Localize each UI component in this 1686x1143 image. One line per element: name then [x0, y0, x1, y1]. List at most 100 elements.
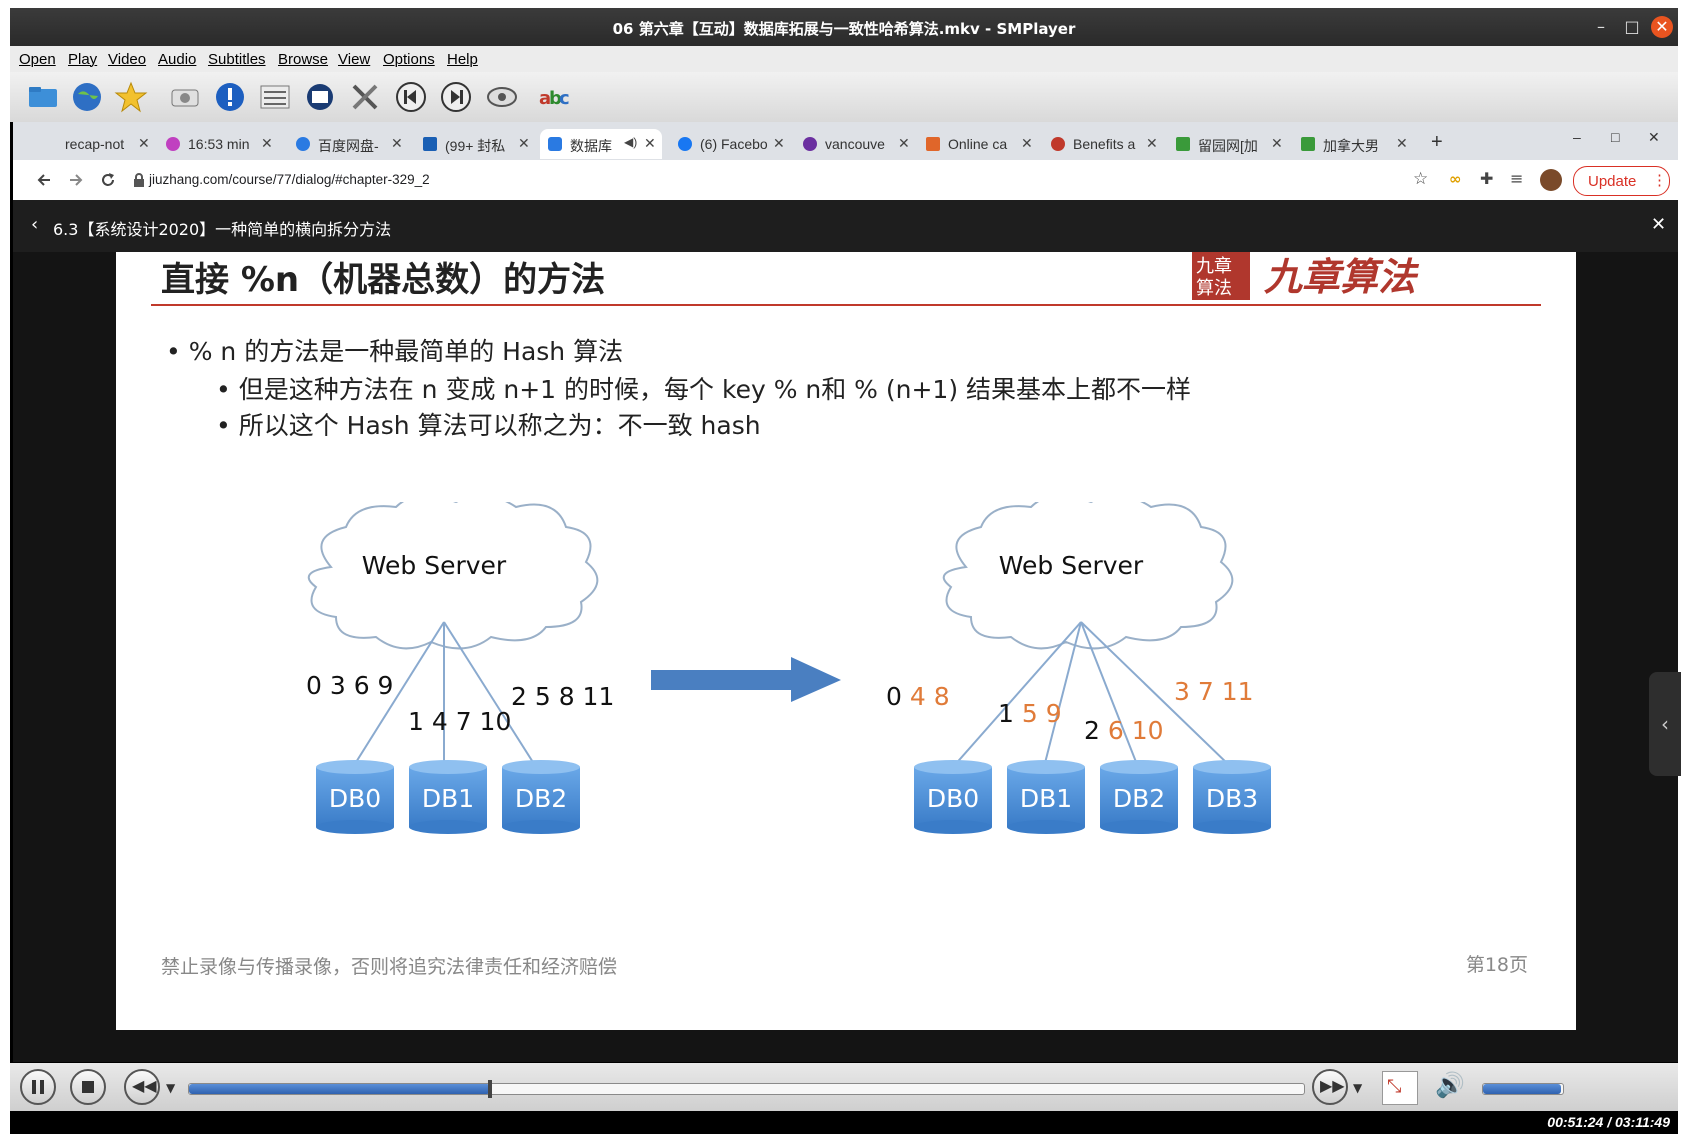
svg-text:九章算法: 九章算法 — [1264, 254, 1420, 299]
tab-vancouver[interactable]: vancouve ✕ — [795, 129, 915, 159]
side-panel-chevron-icon[interactable]: ‹ — [1649, 672, 1681, 776]
fullscreen-glyph: ⤡ — [1387, 1076, 1402, 1097]
update-button[interactable]: Update ⋮ — [1573, 166, 1670, 196]
close-tab-icon[interactable]: ✕ — [1146, 135, 1158, 152]
menu-help[interactable]: Help — [447, 51, 478, 68]
chevron-left-icon[interactable]: ‹ — [31, 214, 38, 235]
menu-subtitles[interactable]: Subtitles — [208, 51, 266, 68]
lock-icon[interactable] — [133, 173, 145, 187]
tab-label: Benefits a — [1073, 136, 1136, 152]
rewind-button[interactable]: ◀◀ — [124, 1069, 160, 1105]
dialog-title: 6.3【系统设计2020】一种简单的横向拆分方法 — [53, 220, 392, 239]
time-display: 00:51:24 / 03:11:49 — [1547, 1114, 1670, 1130]
close-tab-icon[interactable]: ✕ — [1396, 135, 1408, 152]
rewind-dropdown-icon[interactable]: ▼ — [166, 1081, 175, 1095]
dialog-close-icon[interactable]: ✕ — [1651, 214, 1666, 235]
browser-minimize-icon[interactable]: – — [1573, 129, 1593, 159]
media-control-icon[interactable]: ≡ — [1510, 169, 1523, 188]
tab-label: (6) Facebo — [700, 136, 768, 152]
tab-benefits[interactable]: Benefits a ✕ — [1043, 129, 1163, 159]
menu-browse[interactable]: Browse — [278, 51, 328, 68]
menu-options[interactable]: Options — [383, 51, 435, 68]
toolbar: abc — [10, 72, 1678, 122]
more-vert-icon: ⋮ — [1652, 172, 1667, 189]
close-tab-icon[interactable]: ✕ — [138, 135, 150, 152]
previous-icon[interactable] — [394, 80, 428, 114]
playlist-icon[interactable] — [258, 80, 292, 114]
browser-maximize-icon[interactable]: □ — [1611, 129, 1631, 159]
menu-video[interactable]: Video — [108, 51, 146, 68]
right-db2-label: DB2 — [1113, 784, 1165, 813]
close-tab-icon[interactable]: ✕ — [518, 135, 530, 152]
extension-cc-icon[interactable]: ∞ — [1449, 170, 1462, 188]
close-tab-icon[interactable]: ✕ — [391, 135, 403, 152]
close-tab-icon[interactable]: ✕ — [898, 135, 910, 152]
audio-playing-icon[interactable]: ◀) — [624, 135, 637, 149]
tab-liuyuan[interactable]: 留园网[加 ✕ — [1168, 129, 1288, 159]
tab-label: 留园网[加 — [1198, 138, 1258, 154]
tab-favicon-icon — [1176, 137, 1190, 151]
right-keys-db0: 0 4 8 — [886, 682, 950, 711]
back-icon[interactable] — [35, 171, 53, 189]
menu-play[interactable]: Play — [68, 51, 97, 68]
tab-recap[interactable]: recap-not ✕ — [35, 129, 155, 159]
seek-handle[interactable] — [488, 1080, 493, 1098]
tab-baidu[interactable]: 百度网盘- ✕ — [288, 129, 408, 159]
bookmark-star-icon[interactable]: ☆ — [1413, 169, 1428, 189]
browser-close-icon[interactable]: ✕ — [1648, 129, 1668, 159]
tab-video-min[interactable]: 16:53 min ✕ — [158, 129, 278, 159]
folder-icon[interactable] — [26, 80, 60, 114]
forward-dropdown-icon[interactable]: ▼ — [1353, 1081, 1362, 1095]
fullscreen-icon[interactable]: ⤡ — [1382, 1071, 1418, 1105]
slide: 直接 %n（机器总数）的方法 九章 算法 九章算法 • % n 的方法是一种最简… — [116, 252, 1576, 1030]
eye-icon[interactable] — [485, 80, 519, 114]
menu-view[interactable]: View — [338, 51, 370, 68]
extensions-icon[interactable]: ✚ — [1480, 169, 1493, 188]
close-tab-icon[interactable]: ✕ — [773, 135, 785, 152]
tab-canada[interactable]: 加拿大男 ✕ — [1293, 129, 1413, 159]
tools-icon[interactable] — [348, 80, 382, 114]
volume-icon[interactable]: 🔊 — [1435, 1071, 1465, 1099]
seek-bar[interactable] — [188, 1080, 1305, 1098]
tab-online-ca[interactable]: Online ca ✕ — [918, 129, 1038, 159]
video-config-icon[interactable] — [303, 80, 337, 114]
plus-icon: + — [1431, 131, 1443, 153]
close-tab-icon[interactable]: ✕ — [1021, 135, 1033, 152]
subtitles-abc-icon[interactable]: abc — [538, 80, 572, 114]
video-area[interactable]: 直接 %n（机器总数）的方法 九章 算法 九章算法 • % n 的方法是一种最简… — [13, 252, 1681, 1062]
pause-button[interactable] — [20, 1069, 56, 1105]
dialog-header: ‹ 6.3【系统设计2020】一种简单的横向拆分方法 ✕ — [13, 200, 1678, 252]
volume-slider[interactable] — [1482, 1083, 1564, 1095]
close-tab-icon[interactable]: ✕ — [261, 135, 273, 152]
minimize-icon[interactable]: – — [1590, 16, 1612, 38]
close-icon[interactable]: ✕ — [1651, 16, 1673, 38]
next-icon[interactable] — [439, 80, 473, 114]
left-keys-db1: 1 4 7 10 — [408, 707, 511, 736]
new-tab-button[interactable]: + — [1425, 129, 1455, 159]
tab-database-active[interactable]: 数据库 ◀) ✕ — [540, 129, 662, 159]
globe-icon[interactable] — [70, 80, 104, 114]
tab-favicon-icon — [926, 137, 940, 151]
star-icon[interactable] — [114, 80, 148, 114]
close-tab-icon[interactable]: ✕ — [1271, 135, 1283, 152]
forward-icon: ▶▶ — [1320, 1076, 1345, 1095]
menu-open[interactable]: Open — [19, 51, 56, 68]
tab-zhihu[interactable]: (99+ 封私 ✕ — [415, 129, 535, 159]
tab-favicon-icon — [423, 137, 437, 151]
svg-text:c: c — [559, 88, 570, 109]
forward-button[interactable]: ▶▶ — [1312, 1069, 1348, 1105]
tab-favicon-icon — [166, 137, 180, 151]
svg-text:九章: 九章 — [1196, 256, 1232, 277]
maximize-icon[interactable]: □ — [1621, 16, 1643, 38]
tab-facebook[interactable]: (6) Facebo ✕ — [670, 129, 790, 159]
menu-audio[interactable]: Audio — [158, 51, 196, 68]
url-input[interactable]: jiuzhang.com/course/77/dialog/#chapter-3… — [149, 172, 430, 187]
stop-button[interactable] — [70, 1069, 106, 1105]
forward-icon[interactable] — [67, 171, 85, 189]
avatar[interactable] — [1540, 169, 1562, 191]
info-icon[interactable] — [213, 80, 247, 114]
browser-window: recap-not ✕ 16:53 min ✕ 百度网盘- ✕ (99+ 封私 ✕ 数据… — [13, 122, 1681, 1062]
close-tab-icon[interactable]: ✕ — [644, 135, 656, 152]
screenshot-icon[interactable] — [168, 80, 202, 114]
reload-icon[interactable] — [99, 171, 117, 189]
